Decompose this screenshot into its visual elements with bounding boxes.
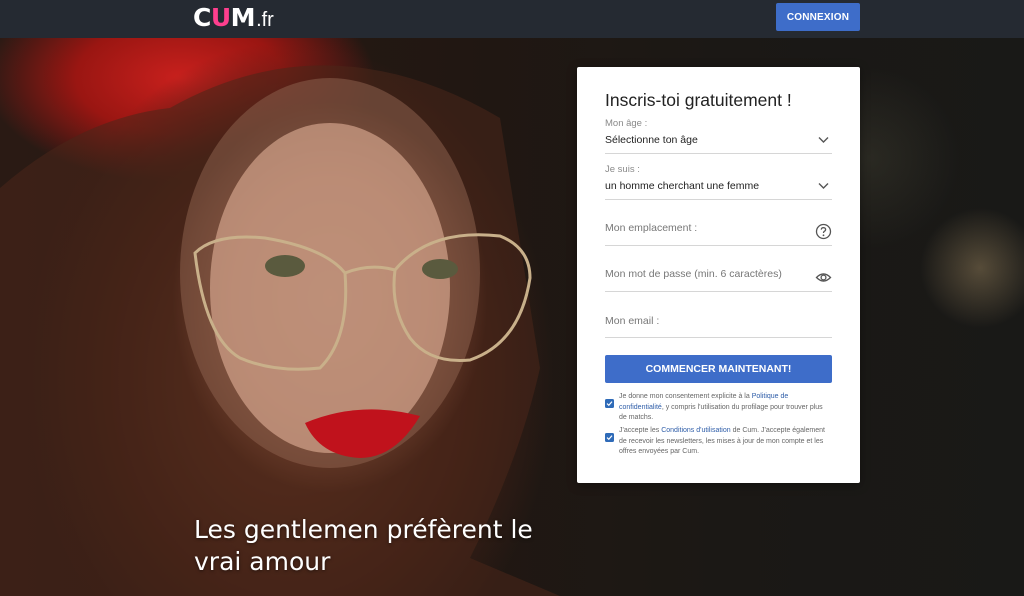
login-button[interactable]: CONNEXION: [776, 3, 860, 31]
email-placeholder: Mon email :: [605, 315, 660, 327]
gender-select[interactable]: Je suis : un homme cherchant une femme: [605, 164, 832, 200]
signup-card: Inscris-toi gratuitement ! Mon âge : Sél…: [577, 67, 860, 483]
age-label: Mon âge :: [605, 118, 648, 129]
hero-tagline: Les gentlemen préfèrent le vrai amour: [194, 515, 533, 576]
signup-title: Inscris-toi gratuitement !: [605, 90, 792, 110]
site-logo[interactable]: CUM .fr: [193, 3, 274, 35]
privacy-consent: Je donne mon consentement explicite à la…: [605, 392, 832, 424]
gender-value: un homme cherchant une femme: [605, 180, 760, 192]
chevron-down-icon: [818, 137, 829, 143]
logo-tld: .fr: [256, 9, 274, 31]
top-navbar: CUM .fr CONNEXION: [0, 0, 1024, 38]
help-icon[interactable]: [815, 223, 832, 240]
logo-letter-u: U: [210, 3, 231, 32]
privacy-consent-checkbox[interactable]: [605, 399, 614, 408]
privacy-consent-text: Je donne mon consentement explicite à la…: [619, 393, 823, 421]
age-select[interactable]: Mon âge : Sélectionne ton âge: [605, 118, 832, 154]
terms-consent: J'accepte les Conditions d'utilisation d…: [605, 426, 832, 458]
password-placeholder: Mon mot de passe (min. 6 caractères): [605, 268, 782, 280]
password-input[interactable]: Mon mot de passe (min. 6 caractères): [605, 268, 832, 292]
terms-consent-checkbox[interactable]: [605, 433, 614, 442]
start-now-button[interactable]: COMMENCER MAINTENANT!: [605, 355, 832, 383]
location-input[interactable]: Mon emplacement :: [605, 222, 832, 246]
eye-icon[interactable]: [815, 269, 832, 286]
logo-letter-m: M: [230, 3, 256, 32]
email-input[interactable]: Mon email :: [605, 315, 832, 338]
hero-photo: [0, 65, 560, 596]
gender-label: Je suis :: [605, 164, 640, 175]
checkmark-icon: [606, 435, 613, 441]
checkmark-icon: [606, 401, 613, 407]
logo-letter-c: C: [193, 3, 211, 32]
age-value: Sélectionne ton âge: [605, 134, 698, 146]
terms-consent-text: J'accepte les Conditions d'utilisation d…: [619, 427, 825, 455]
chevron-down-icon: [818, 183, 829, 189]
terms-of-use-link[interactable]: Conditions d'utilisation: [661, 427, 730, 434]
hero-section: Les gentlemen préfèrent le vrai amour: [0, 38, 1024, 596]
location-placeholder: Mon emplacement :: [605, 222, 698, 234]
